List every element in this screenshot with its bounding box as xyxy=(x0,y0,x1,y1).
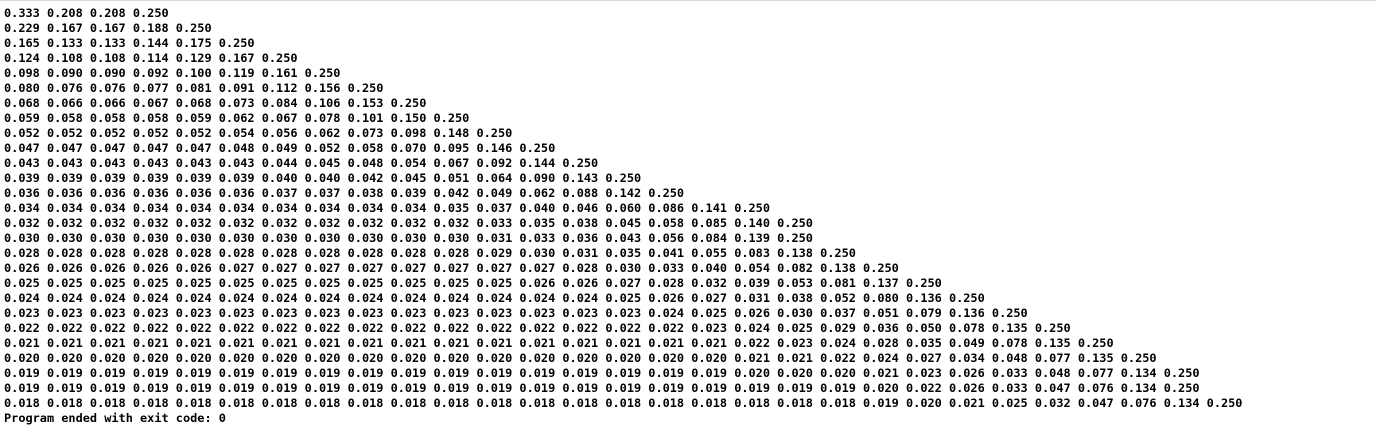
console-line: 0.022 0.022 0.022 0.022 0.022 0.022 0.02… xyxy=(4,321,1071,335)
console-line: 0.026 0.026 0.026 0.026 0.026 0.027 0.02… xyxy=(4,261,899,275)
console-line: 0.030 0.030 0.030 0.030 0.030 0.030 0.03… xyxy=(4,231,813,245)
console-line: 0.025 0.025 0.025 0.025 0.025 0.025 0.02… xyxy=(4,276,942,290)
console-line: 0.032 0.032 0.032 0.032 0.032 0.032 0.03… xyxy=(4,216,813,230)
console-line: 0.165 0.133 0.133 0.144 0.175 0.250 xyxy=(4,36,255,50)
console-line: 0.059 0.058 0.058 0.058 0.059 0.062 0.06… xyxy=(4,111,470,125)
console-output-panel[interactable]: 0.333 0.208 0.208 0.250 0.229 0.167 0.167… xyxy=(0,0,1376,436)
console-line: 0.039 0.039 0.039 0.039 0.039 0.039 0.04… xyxy=(4,171,642,185)
console-line: 0.019 0.019 0.019 0.019 0.019 0.019 0.01… xyxy=(4,366,1200,380)
console-line: 0.080 0.076 0.076 0.077 0.081 0.091 0.11… xyxy=(4,81,384,95)
console-line: 0.068 0.066 0.066 0.067 0.068 0.073 0.08… xyxy=(4,96,427,110)
console-line: 0.043 0.043 0.043 0.043 0.043 0.043 0.04… xyxy=(4,156,599,170)
exit-message: Program ended with exit code: 0 xyxy=(4,411,226,425)
console-line: 0.018 0.018 0.018 0.018 0.018 0.018 0.01… xyxy=(4,396,1243,410)
console-line: 0.020 0.020 0.020 0.020 0.020 0.020 0.02… xyxy=(4,351,1157,365)
console-line: 0.098 0.090 0.090 0.092 0.100 0.119 0.16… xyxy=(4,66,341,80)
console-line: 0.034 0.034 0.034 0.034 0.034 0.034 0.03… xyxy=(4,201,770,215)
console-line: 0.052 0.052 0.052 0.052 0.052 0.054 0.05… xyxy=(4,126,513,140)
console-line: 0.124 0.108 0.108 0.114 0.129 0.167 0.25… xyxy=(4,51,298,65)
console-line: 0.021 0.021 0.021 0.021 0.021 0.021 0.02… xyxy=(4,336,1114,350)
console-line: 0.028 0.028 0.028 0.028 0.028 0.028 0.02… xyxy=(4,246,856,260)
console-line: 0.019 0.019 0.019 0.019 0.019 0.019 0.01… xyxy=(4,381,1200,395)
console-line: 0.023 0.023 0.023 0.023 0.023 0.023 0.02… xyxy=(4,306,1028,320)
console-line: 0.036 0.036 0.036 0.036 0.036 0.036 0.03… xyxy=(4,186,685,200)
console-line: 0.229 0.167 0.167 0.188 0.250 xyxy=(4,21,212,35)
console-line: 0.047 0.047 0.047 0.047 0.047 0.048 0.04… xyxy=(4,141,556,155)
console-line: 0.024 0.024 0.024 0.024 0.024 0.024 0.02… xyxy=(4,291,985,305)
console-line: 0.333 0.208 0.208 0.250 xyxy=(4,6,169,20)
console-text: 0.333 0.208 0.208 0.250 0.229 0.167 0.167… xyxy=(4,6,1242,426)
